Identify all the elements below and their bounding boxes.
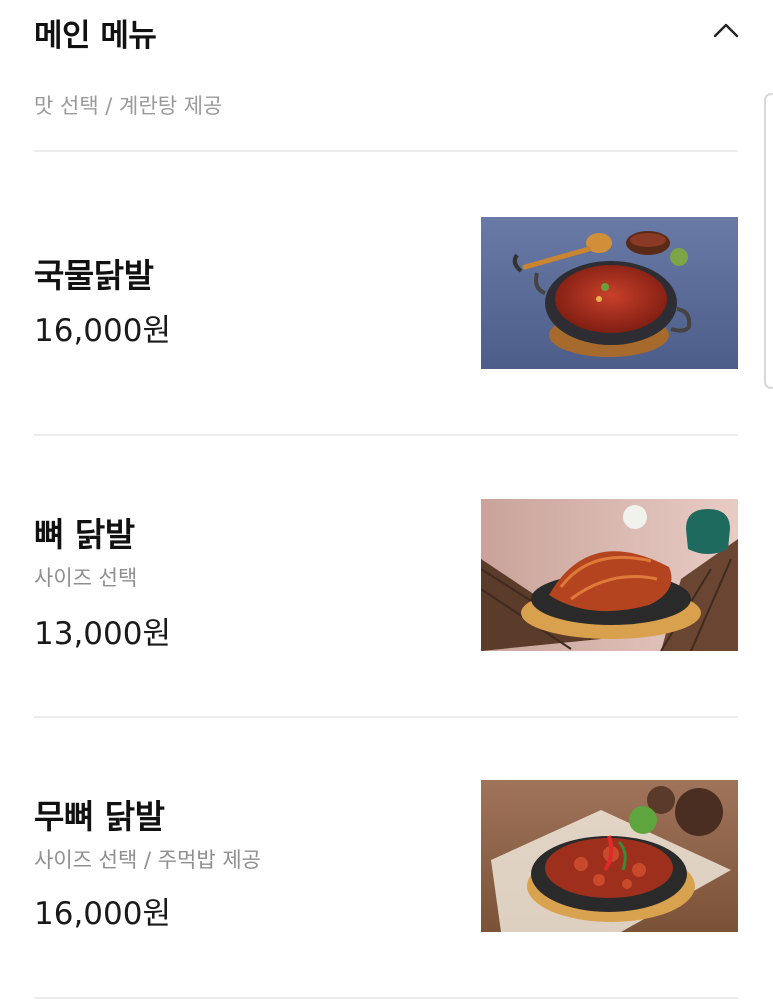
section-description: 맛 선택 / 계란탕 제공	[34, 94, 223, 118]
section-header[interactable]: 메인 메뉴	[0, 0, 773, 60]
chevron-up-icon	[713, 23, 739, 38]
menu-item-photo	[481, 217, 738, 369]
boneless-chicken-feet-platter-photo	[481, 780, 738, 932]
collapse-button[interactable]	[706, 14, 746, 48]
divider	[34, 997, 738, 999]
menu-item-description: 사이즈 선택 / 주먹밥 제공	[34, 848, 261, 872]
divider	[34, 150, 738, 152]
menu-item-price: 13,000원	[34, 616, 171, 652]
menu-item-name: 국물닭발	[34, 256, 154, 295]
spicy-soup-pan-photo	[481, 217, 738, 369]
menu-item-price: 16,000원	[34, 896, 171, 932]
menu-item-photo	[481, 499, 738, 651]
menu-item-name: 뼈 닭발	[34, 515, 135, 554]
menu-item[interactable]: 뼈 닭발 사이즈 선택 13,000원	[0, 436, 773, 718]
menu-item-description: 사이즈 선택	[34, 566, 138, 590]
menu-item-photo	[481, 780, 738, 932]
menu-item[interactable]: 국물닭발 16,000원	[0, 153, 773, 435]
section-title: 메인 메뉴	[34, 18, 157, 54]
menu-item-price: 16,000원	[34, 313, 171, 349]
menu-item-name: 무뼈 닭발	[34, 797, 165, 836]
menu-item[interactable]: 무뼈 닭발 사이즈 선택 / 주먹밥 제공 16,000원	[0, 718, 773, 1000]
bone-chicken-feet-platter-photo	[481, 499, 738, 651]
